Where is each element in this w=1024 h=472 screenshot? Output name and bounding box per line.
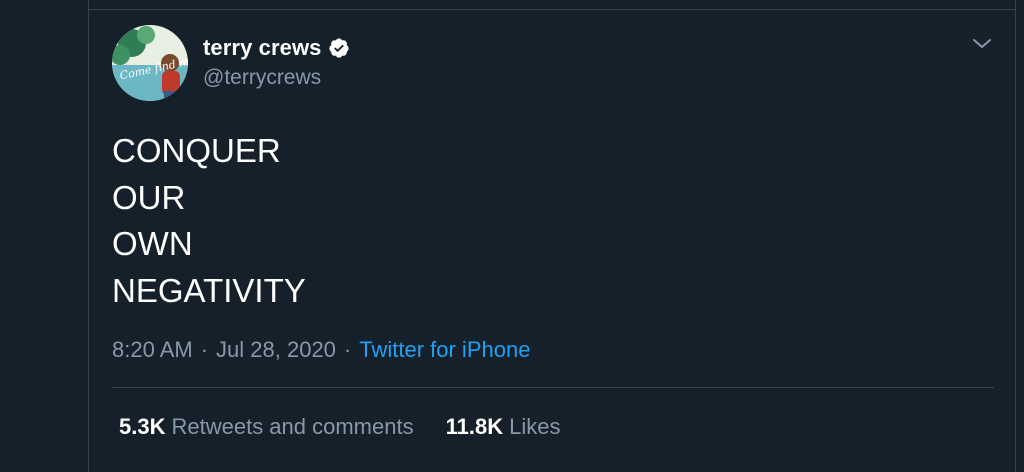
retweets-count: 5.3K xyxy=(119,414,166,439)
separator-dot: · xyxy=(200,337,209,362)
tweet-metadata: 8:20 AM · Jul 28, 2020 · Twitter for iPh… xyxy=(112,337,530,363)
top-divider xyxy=(89,9,1015,10)
left-sidebar-area xyxy=(0,0,88,472)
name-row: terry crews xyxy=(203,33,350,63)
tweet-text-line: NEGATIVITY xyxy=(112,271,306,309)
tweet-source-link[interactable]: Twitter for iPhone xyxy=(359,337,530,363)
retweets-label: Retweets and comments xyxy=(171,414,414,439)
stats-divider xyxy=(112,387,994,388)
likes-stat[interactable]: 11.8K Likes xyxy=(446,414,561,440)
tweet-text: CONQUER OUR OWN NEGATIVITY xyxy=(112,128,306,314)
tweet-text-line: CONQUER xyxy=(112,132,281,169)
tweet-date[interactable]: Jul 28, 2020 xyxy=(216,337,336,363)
display-name[interactable]: terry crews xyxy=(203,35,322,61)
separator-dot: · xyxy=(343,337,352,362)
avatar[interactable]: Come find me xyxy=(112,25,188,101)
verified-badge-icon xyxy=(328,37,350,59)
likes-label: Likes xyxy=(509,414,561,439)
tweet-text-line: OUR xyxy=(112,178,186,216)
tweet-stats: 5.3K Retweets and comments 11.8K Likes xyxy=(119,414,560,440)
likes-count: 11.8K xyxy=(445,414,504,439)
chevron-down-icon[interactable] xyxy=(971,33,993,55)
user-handle[interactable]: @terrycrews xyxy=(203,66,321,90)
retweets-stat[interactable]: 5.3K Retweets and comments xyxy=(119,414,414,440)
tweet-detail: Come find me terry crews @terrycrews CON… xyxy=(88,0,1016,472)
tweet-time[interactable]: 8:20 AM xyxy=(112,337,193,363)
avatar-image: Come find me xyxy=(112,25,188,101)
tweet-text-line: OWN xyxy=(112,225,193,262)
